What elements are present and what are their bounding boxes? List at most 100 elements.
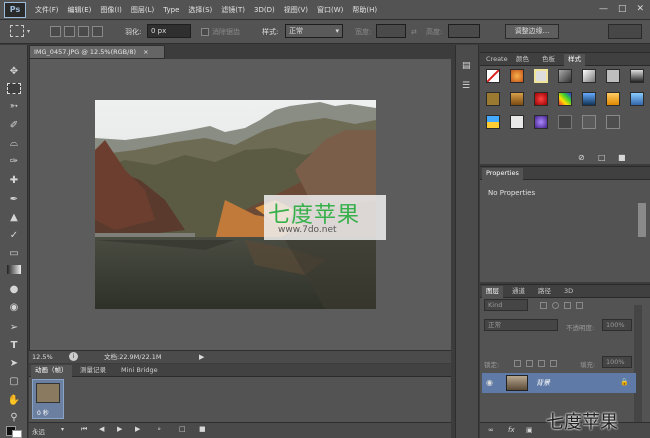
workspace-switcher[interactable] [608,24,642,39]
delete-frame-icon[interactable]: ■ [199,425,206,433]
filter-shape-icon[interactable] [576,302,583,309]
menu-view[interactable]: 视图(V) [284,5,308,15]
intersect-selection-icon[interactable] [92,26,103,37]
opacity-input[interactable]: 100% [602,319,632,331]
animation-frame[interactable]: 0 秒 [32,379,64,419]
clear-style-icon[interactable]: ⊘ [578,153,585,162]
tab-mini-bridge[interactable]: Mini Bridge [117,365,162,377]
tab-layers[interactable]: 图层 [482,286,503,298]
lock-all-icon[interactable] [550,360,557,367]
next-frame-icon[interactable]: ▶ [135,425,140,433]
menu-layer[interactable]: 图层(L) [131,5,154,15]
gradient-tool-icon[interactable] [7,265,21,274]
style-swatch[interactable] [558,115,572,129]
properties-scrollbar[interactable] [638,203,646,237]
frame-time[interactable]: 0 秒 [37,408,49,417]
menu-type[interactable]: Type [163,6,179,14]
style-select[interactable]: 正常 ▾ [285,24,343,38]
style-swatch[interactable] [630,92,644,106]
feather-input[interactable]: 0 px [147,24,191,38]
tab-3d[interactable]: 3D [560,286,577,298]
width-input[interactable] [376,24,406,38]
lock-image-icon[interactable] [526,360,533,367]
zoom-tool-icon[interactable]: ⚲ [7,411,21,424]
height-input[interactable] [448,24,480,38]
play-icon[interactable]: ▶ [117,425,122,433]
lock-transparent-icon[interactable] [514,360,521,367]
menu-window[interactable]: 窗口(W) [317,5,343,15]
path-select-tool-icon[interactable]: ➤ [7,357,21,370]
layers-scrollbar[interactable] [634,305,642,435]
style-swatch[interactable] [630,69,644,83]
style-swatch[interactable] [606,92,620,106]
prev-frame-icon[interactable]: ◀ [99,425,104,433]
antialias-checkbox[interactable] [201,28,209,36]
blur-tool-icon[interactable]: ● [7,283,21,296]
tab-styles[interactable]: 样式 [564,54,585,66]
lasso-tool-icon[interactable]: ➳ [7,100,21,113]
info-icon[interactable]: i [69,352,78,361]
style-swatch[interactable] [510,69,524,83]
new-selection-icon[interactable] [50,26,61,37]
eyedropper-tool-icon[interactable]: ✑ [7,155,21,168]
menu-file[interactable]: 文件(F) [35,5,59,15]
document-tab[interactable]: IMG_0457.JPG @ 12.5%(RGB/8) × [29,45,165,59]
style-swatch[interactable] [486,92,500,106]
history-panel-icon[interactable]: ▤ [462,61,471,71]
tab-animation[interactable]: 动画（帧） [31,365,72,377]
tab-create[interactable]: Create [482,54,512,66]
style-swatch[interactable] [534,92,548,106]
hand-tool-icon[interactable]: ✋ [7,394,21,407]
background-color-swatch[interactable] [12,430,22,438]
eraser-tool-icon[interactable]: ▭ [7,247,21,260]
layer-name[interactable]: 背景 [536,378,550,388]
style-swatch[interactable] [582,115,596,129]
zoom-level[interactable]: 12.5% [32,351,53,363]
delete-style-icon[interactable]: ■ [618,153,626,162]
menu-edit[interactable]: 编辑(E) [68,5,92,15]
healing-brush-tool-icon[interactable]: ✚ [7,174,21,187]
crop-tool-icon[interactable]: ⌓ [7,137,21,150]
menu-filter[interactable]: 滤镜(T) [221,5,245,15]
menu-3d[interactable]: 3D(D) [254,6,275,14]
style-swatch[interactable] [606,115,620,129]
layer-filter-select[interactable]: Kind [484,299,528,311]
fill-input[interactable]: 100% [602,356,632,368]
tab-measurement-log[interactable]: 测量记录 [76,365,110,377]
subtract-selection-icon[interactable] [78,26,89,37]
tab-paths[interactable]: 路径 [534,286,555,298]
clone-stamp-tool-icon[interactable]: ▲ [7,211,21,224]
brush-tool-icon[interactable]: ✒ [7,193,21,206]
first-frame-icon[interactable]: ⏮ [81,425,87,434]
tab-channels[interactable]: 通道 [508,286,529,298]
new-frame-icon[interactable]: □ [179,425,186,433]
loop-select[interactable]: 永远 [32,426,45,436]
visibility-eye-icon[interactable]: ◉ [486,378,493,387]
filter-type-icon[interactable] [564,302,571,309]
tab-color[interactable]: 颜色 [512,54,533,66]
add-selection-icon[interactable] [64,26,75,37]
layer-row-background[interactable]: ◉ 背景 🔒 [482,373,636,393]
new-style-icon[interactable]: □ [598,153,606,162]
properties-panel-icon[interactable]: ☰ [462,81,470,91]
tween-icon[interactable]: ∘ [157,425,161,433]
properties-title[interactable]: Properties [482,168,523,180]
menu-help[interactable]: 帮助(H) [352,5,377,15]
style-swatch[interactable] [582,92,596,106]
lock-position-icon[interactable] [538,360,545,367]
layer-mask-icon[interactable]: ▣ [526,426,533,434]
style-swatch[interactable] [534,69,548,83]
close-icon[interactable]: ✕ [636,4,644,14]
filter-pixel-icon[interactable] [540,302,547,309]
style-none-swatch[interactable] [486,69,500,83]
preset-dropdown-icon[interactable]: ▾ [27,28,30,35]
link-layers-icon[interactable]: ∞ [488,426,494,434]
status-menu-icon[interactable]: ▶ [199,351,204,363]
type-tool-icon[interactable]: T [7,339,21,352]
loop-dropdown-icon[interactable]: ▾ [61,426,64,433]
style-swatch[interactable] [534,115,548,129]
quick-select-tool-icon[interactable]: ✐ [7,119,21,132]
blend-mode-select[interactable]: 正常 [484,319,558,331]
tab-swatches[interactable]: 色板 [538,54,559,66]
rectangle-tool-icon[interactable]: ▢ [7,375,21,388]
